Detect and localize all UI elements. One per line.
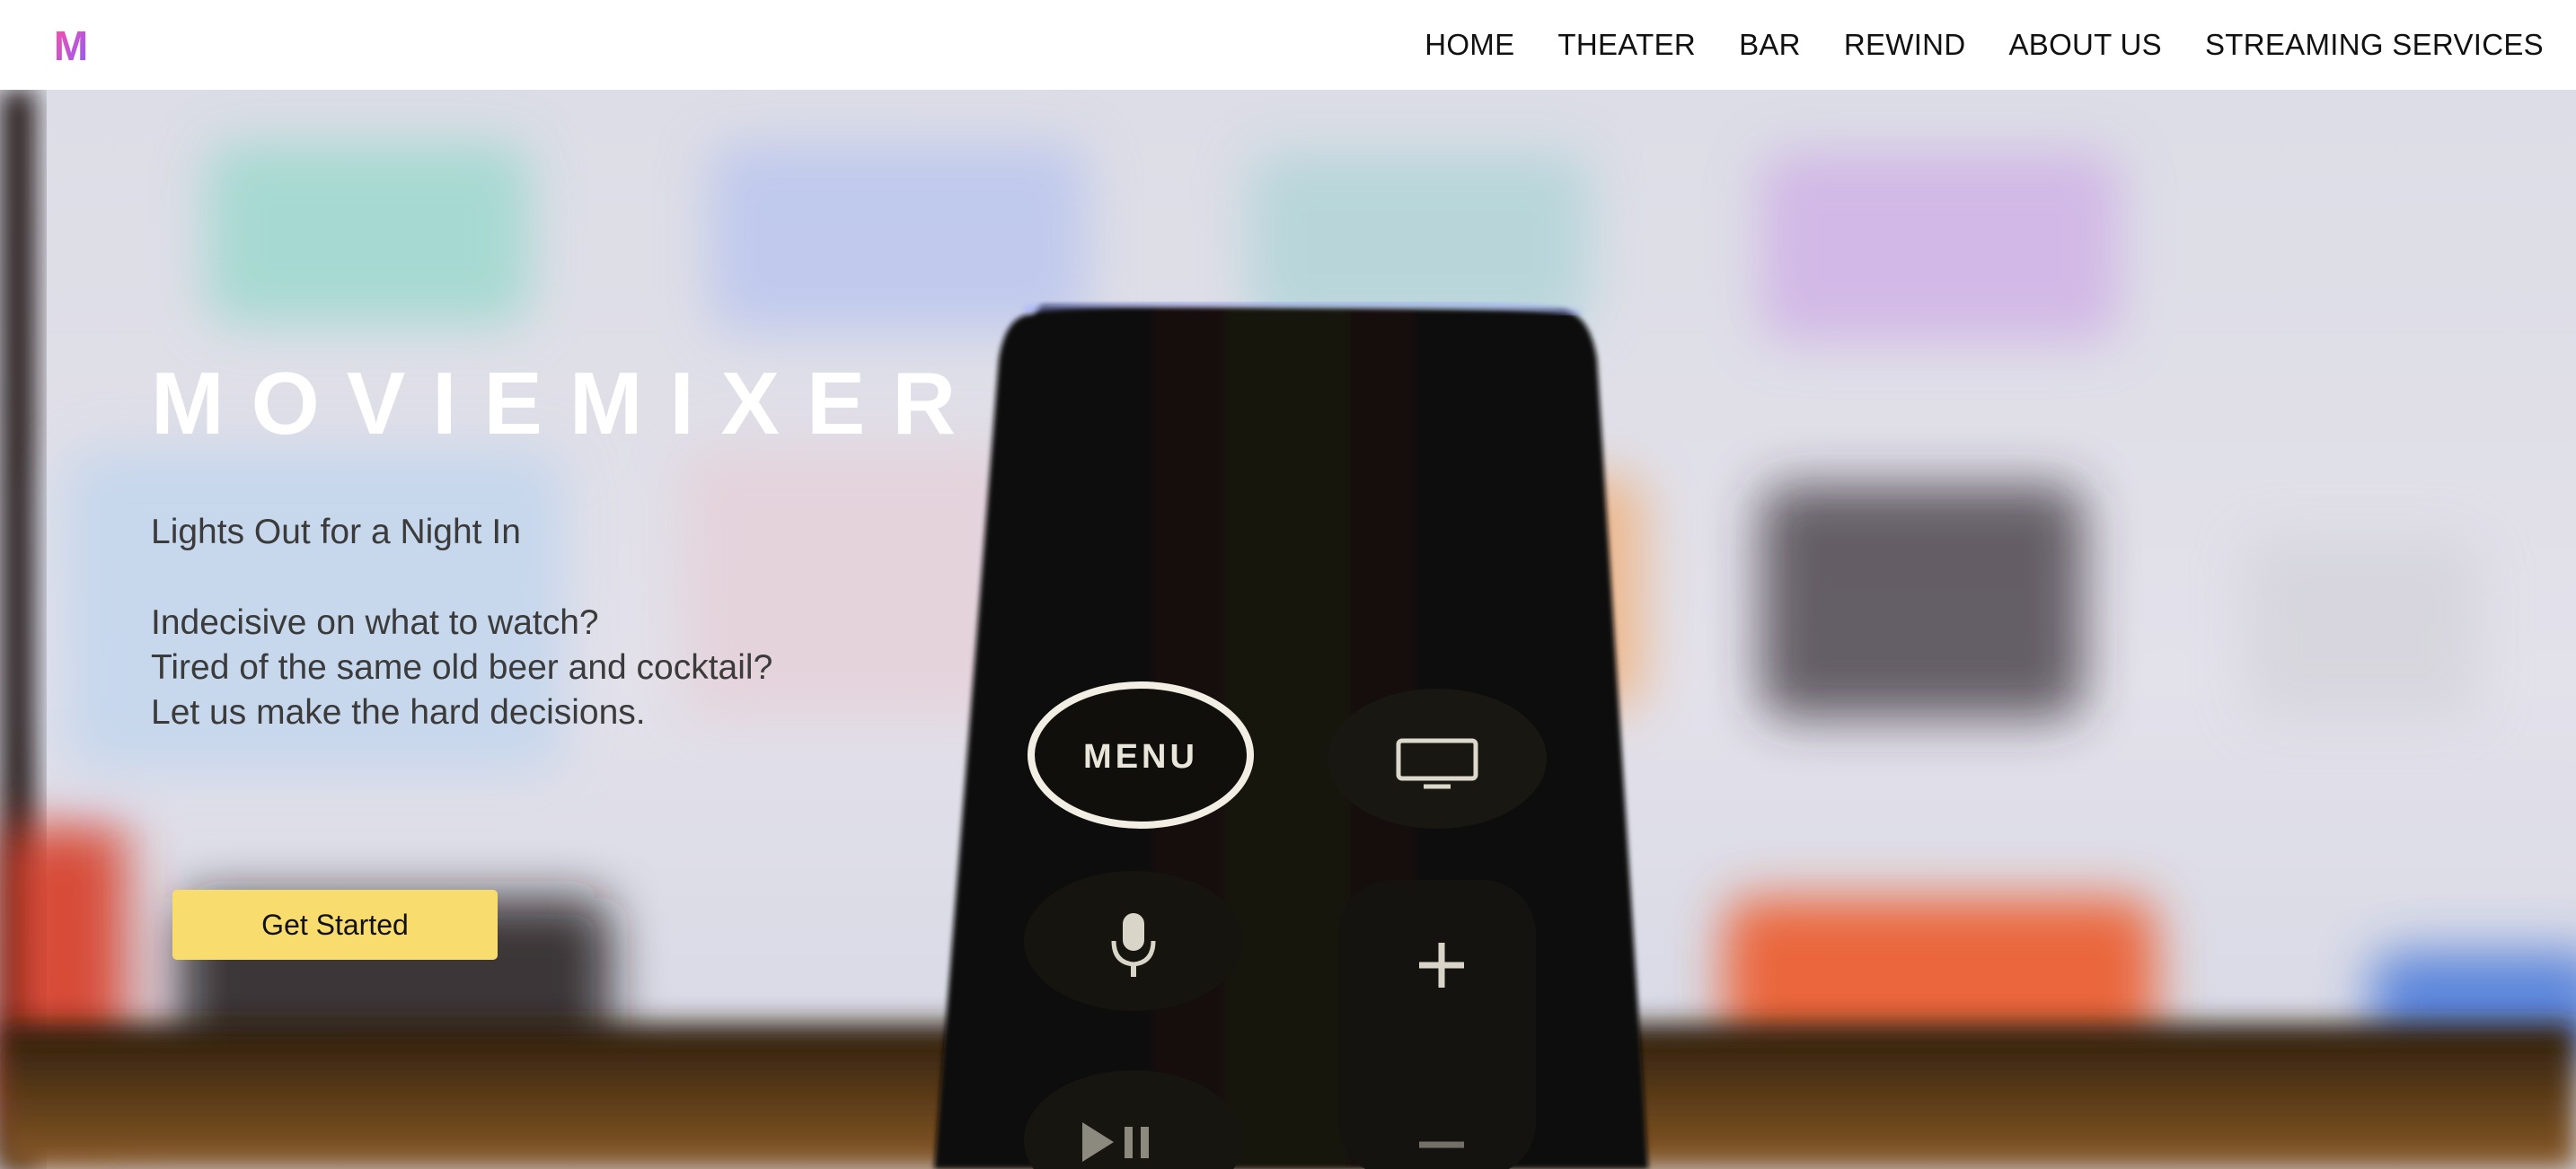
nav-theater[interactable]: THEATER: [1557, 28, 1696, 62]
hero-tagline: Lights Out for a Night In: [151, 513, 521, 551]
hero-copy-line-2: Tired of the same old beer and cocktail?: [151, 647, 773, 687]
remote-menu-label: MENU: [1083, 738, 1198, 776]
nav-rewind[interactable]: REWIND: [1844, 28, 1966, 62]
top-navbar: M HOME THEATER BAR REWIND ABOUT US STREA…: [0, 0, 2576, 90]
logo-letter: M: [54, 22, 88, 67]
nav-about-us[interactable]: ABOUT US: [2008, 28, 2162, 62]
hero-title: MOVIEMIXER: [151, 354, 984, 453]
hero-copy-line-3: Let us make the hard decisions.: [151, 692, 646, 732]
nav-home[interactable]: HOME: [1425, 28, 1514, 62]
hero-copy: Indecisive on what to watch? Tired of th…: [151, 601, 1049, 735]
brand-logo[interactable]: M: [49, 22, 93, 67]
logo-m-icon: M: [54, 22, 88, 67]
hero-section: MENU MOVIEMIXER Lights Out for a Night I…: [0, 90, 2576, 1169]
hero-content: MOVIEMIXER Lights Out for a Night In Ind…: [151, 354, 1049, 960]
get-started-button[interactable]: Get Started: [172, 890, 498, 960]
nav-streaming-services[interactable]: STREAMING SERVICES: [2205, 28, 2544, 62]
nav-bar[interactable]: BAR: [1739, 28, 1801, 62]
main-nav: HOME THEATER BAR REWIND ABOUT US STREAMI…: [1381, 28, 2544, 62]
hero-copy-line-1: Indecisive on what to watch?: [151, 602, 599, 642]
